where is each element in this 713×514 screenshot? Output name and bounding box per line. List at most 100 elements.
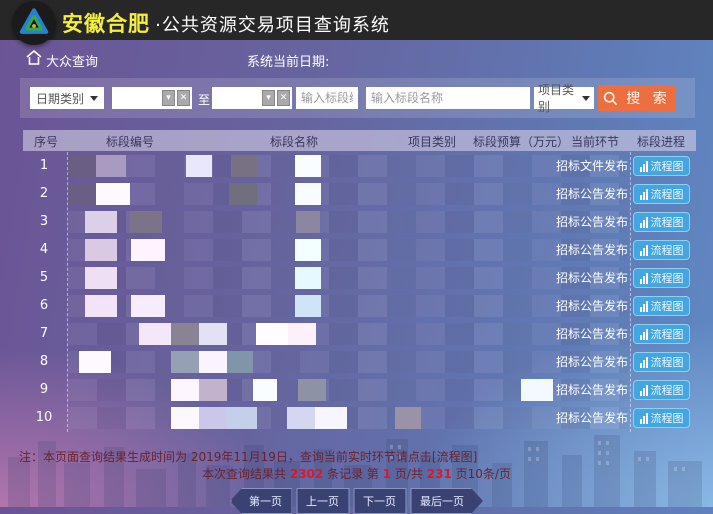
pagination-button-2[interactable]: 下一页 bbox=[353, 488, 406, 514]
bar-chart-icon bbox=[640, 301, 648, 312]
current-stage-label: 招标公告发布 bbox=[556, 264, 628, 292]
row-number: 4 bbox=[24, 236, 64, 264]
search-button[interactable]: 搜 索 bbox=[598, 85, 676, 111]
date-from-field[interactable]: ▾ ✕ bbox=[112, 87, 192, 109]
summary-suffix: 页10条/页 bbox=[452, 467, 511, 481]
table-row: 1 招标文件发布 流程图 bbox=[0, 152, 713, 180]
bar-chart-icon bbox=[640, 189, 648, 200]
date-to-picker-icon[interactable]: ▾ bbox=[262, 90, 275, 106]
triangle-logo-icon bbox=[17, 6, 51, 40]
flow-chart-button[interactable]: 流程图 bbox=[633, 324, 690, 344]
flow-chart-button-label: 流程图 bbox=[651, 382, 684, 398]
col-header-category: 项目类别 bbox=[408, 133, 456, 150]
redacted-block bbox=[130, 211, 162, 233]
flow-chart-button-label: 流程图 bbox=[651, 186, 684, 202]
flow-chart-button-label: 流程图 bbox=[651, 158, 684, 174]
section-code-input[interactable] bbox=[296, 87, 358, 109]
summary-mid1: 条记录 第 bbox=[323, 467, 382, 481]
flow-chart-button[interactable]: 流程图 bbox=[633, 268, 690, 288]
project-category-select[interactable]: 项目类别 bbox=[534, 87, 594, 109]
flow-chart-button-label: 流程图 bbox=[651, 298, 684, 314]
chevron-down-icon bbox=[582, 96, 590, 101]
flow-chart-button-label: 流程图 bbox=[651, 270, 684, 286]
flow-chart-button[interactable]: 流程图 bbox=[633, 240, 690, 260]
flow-chart-button[interactable]: 流程图 bbox=[633, 184, 690, 204]
redacted-block bbox=[85, 267, 117, 289]
redacted-block bbox=[295, 239, 321, 261]
current-stage-label: 招标公告发布 bbox=[556, 404, 628, 432]
redacted-content bbox=[68, 407, 628, 429]
redacted-block bbox=[68, 155, 96, 177]
table-row: 5招标公告发布流程图 bbox=[0, 264, 713, 292]
redacted-block bbox=[139, 323, 171, 345]
redacted-block bbox=[295, 267, 321, 289]
redacted-block bbox=[79, 351, 111, 373]
summary-mid2: 页/共 bbox=[391, 467, 427, 481]
redacted-block bbox=[295, 295, 321, 317]
redacted-block bbox=[171, 379, 199, 401]
flow-chart-button[interactable]: 流程图 bbox=[633, 212, 690, 232]
row-number: 1 bbox=[24, 152, 64, 180]
col-header-code: 标段编号 bbox=[106, 133, 154, 150]
date-to-field[interactable]: ▾ ✕ bbox=[212, 87, 292, 109]
current-stage-label: 招标文件发布 bbox=[556, 152, 628, 180]
page-title: 安徽合肥 ·公共资源交易项目查询系统 bbox=[62, 8, 390, 38]
date-to-clear-icon[interactable]: ✕ bbox=[277, 90, 290, 106]
bar-chart-icon bbox=[640, 273, 648, 284]
current-stage-label: 招标公告发布 bbox=[556, 208, 628, 236]
table-row: 10招标公告发布流程图 bbox=[0, 404, 713, 432]
flow-chart-button-label: 流程图 bbox=[651, 354, 684, 370]
flow-chart-button[interactable]: 流程图 bbox=[633, 296, 690, 316]
row-number: 7 bbox=[24, 320, 64, 348]
flow-chart-button[interactable]: 流程图 bbox=[633, 352, 690, 372]
bar-chart-icon bbox=[640, 385, 648, 396]
current-page-number: 1 bbox=[383, 467, 391, 481]
pagination-button-3[interactable]: 最后一页 bbox=[410, 488, 483, 514]
table-row: 4招标公告发布流程图 bbox=[0, 236, 713, 264]
title-city: 安徽合肥 bbox=[62, 12, 150, 36]
redacted-block bbox=[171, 351, 199, 373]
table-row: 9招标公告发布流程图 bbox=[0, 376, 713, 404]
redacted-block bbox=[229, 183, 257, 205]
row-number: 8 bbox=[24, 348, 64, 376]
pagination-button-0[interactable]: 第一页 bbox=[230, 488, 292, 514]
search-panel: 日期类别 ▾ ✕ 至 ▾ ✕ 项目类别 搜 索 bbox=[20, 78, 695, 118]
table-row: 3招标公告发布流程图 bbox=[0, 208, 713, 236]
redacted-content bbox=[68, 267, 628, 289]
section-name-input[interactable] bbox=[366, 87, 530, 109]
title-system: ·公共资源交易项目查询系统 bbox=[155, 15, 390, 36]
row-number: 2 bbox=[24, 180, 64, 208]
col-header-name: 标段名称 bbox=[270, 133, 318, 150]
col-header-no: 序号 bbox=[34, 133, 58, 150]
flow-chart-button[interactable]: 流程图 bbox=[633, 156, 690, 176]
table-row: 8 招标公告发布 流程图 bbox=[0, 348, 713, 376]
redacted-block bbox=[199, 351, 227, 373]
table-row: 6招标公告发布流程图 bbox=[0, 292, 713, 320]
redacted-block bbox=[171, 407, 199, 429]
redacted-block bbox=[256, 323, 288, 345]
date-from-clear-icon[interactable]: ✕ bbox=[177, 90, 190, 106]
date-from-picker-icon[interactable]: ▾ bbox=[162, 90, 175, 106]
flow-chart-button[interactable]: 流程图 bbox=[633, 380, 690, 400]
redacted-content bbox=[68, 183, 628, 205]
flow-chart-button[interactable]: 流程图 bbox=[633, 408, 690, 428]
bar-chart-icon bbox=[640, 357, 648, 368]
col-header-budget: 标段预算（万元） bbox=[473, 133, 569, 150]
total-pages-count: 231 bbox=[427, 467, 452, 481]
date-type-select[interactable]: 日期类别 bbox=[30, 87, 104, 109]
redacted-block bbox=[171, 323, 199, 345]
redacted-block bbox=[287, 407, 315, 429]
project-category-value: 项目类别 bbox=[538, 81, 578, 115]
current-stage-label: 招标公告发布 bbox=[556, 348, 628, 376]
redacted-block bbox=[199, 379, 227, 401]
pagination-button-1[interactable]: 上一页 bbox=[296, 488, 349, 514]
bar-chart-icon bbox=[640, 217, 648, 228]
result-summary: 本次查询结果共 2302 条记录 第 1 页/共 231 页10条/页 bbox=[0, 465, 713, 482]
redacted-block bbox=[131, 295, 165, 317]
redacted-block bbox=[85, 295, 117, 317]
redacted-block bbox=[521, 379, 553, 401]
redacted-block bbox=[199, 407, 227, 429]
redacted-block bbox=[315, 407, 347, 429]
nav-public-query[interactable]: 大众查询 bbox=[46, 51, 98, 70]
system-date-label: 系统当前日期: bbox=[247, 51, 329, 70]
